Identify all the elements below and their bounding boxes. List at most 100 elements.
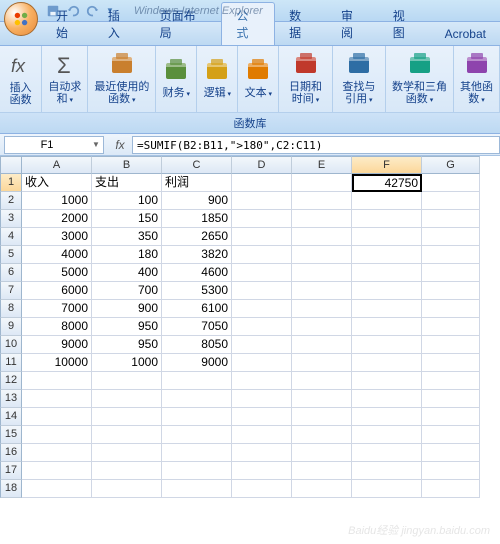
- tab-审阅[interactable]: 审阅: [327, 3, 379, 45]
- cell-A5[interactable]: 4000: [22, 246, 92, 264]
- cell-B4[interactable]: 350: [92, 228, 162, 246]
- cell-E15[interactable]: [292, 426, 352, 444]
- ribbon-逻辑[interactable]: 逻辑 ▾: [197, 46, 238, 112]
- cell-B11[interactable]: 1000: [92, 354, 162, 372]
- row-header-6[interactable]: 6: [0, 264, 22, 282]
- cell-F18[interactable]: [352, 480, 422, 498]
- cell-C17[interactable]: [162, 462, 232, 480]
- ribbon-文本[interactable]: 文本 ▾: [238, 46, 279, 112]
- cell-B9[interactable]: 950: [92, 318, 162, 336]
- cell-F3[interactable]: [352, 210, 422, 228]
- cell-C3[interactable]: 1850: [162, 210, 232, 228]
- cell-C12[interactable]: [162, 372, 232, 390]
- cell-C7[interactable]: 5300: [162, 282, 232, 300]
- row-header-14[interactable]: 14: [0, 408, 22, 426]
- cell-F15[interactable]: [352, 426, 422, 444]
- cell-B16[interactable]: [92, 444, 162, 462]
- cell-C1[interactable]: 利润: [162, 174, 232, 192]
- cell-D13[interactable]: [232, 390, 292, 408]
- cell-F13[interactable]: [352, 390, 422, 408]
- cell-C4[interactable]: 2650: [162, 228, 232, 246]
- cell-F10[interactable]: [352, 336, 422, 354]
- cell-G6[interactable]: [422, 264, 480, 282]
- row-header-9[interactable]: 9: [0, 318, 22, 336]
- row-header-12[interactable]: 12: [0, 372, 22, 390]
- ribbon-查找与引用[interactable]: 查找与引用 ▾: [333, 46, 386, 112]
- cell-D3[interactable]: [232, 210, 292, 228]
- cell-A2[interactable]: 1000: [22, 192, 92, 210]
- cell-G16[interactable]: [422, 444, 480, 462]
- select-all-corner[interactable]: [0, 156, 22, 174]
- cell-G7[interactable]: [422, 282, 480, 300]
- cell-E14[interactable]: [292, 408, 352, 426]
- cell-E8[interactable]: [292, 300, 352, 318]
- cell-E13[interactable]: [292, 390, 352, 408]
- cell-D4[interactable]: [232, 228, 292, 246]
- cell-A6[interactable]: 5000: [22, 264, 92, 282]
- name-box[interactable]: F1 ▼: [4, 136, 104, 154]
- cell-G1[interactable]: [422, 174, 480, 192]
- cell-F4[interactable]: [352, 228, 422, 246]
- cell-A1[interactable]: 收入: [22, 174, 92, 192]
- cell-D16[interactable]: [232, 444, 292, 462]
- cell-D6[interactable]: [232, 264, 292, 282]
- cell-D10[interactable]: [232, 336, 292, 354]
- cell-C13[interactable]: [162, 390, 232, 408]
- cell-A14[interactable]: [22, 408, 92, 426]
- tab-数据[interactable]: 数据: [275, 3, 327, 45]
- cell-B18[interactable]: [92, 480, 162, 498]
- row-header-7[interactable]: 7: [0, 282, 22, 300]
- cell-E11[interactable]: [292, 354, 352, 372]
- row-header-10[interactable]: 10: [0, 336, 22, 354]
- cell-G10[interactable]: [422, 336, 480, 354]
- cell-B15[interactable]: [92, 426, 162, 444]
- cell-F11[interactable]: [352, 354, 422, 372]
- cell-B3[interactable]: 150: [92, 210, 162, 228]
- cell-E10[interactable]: [292, 336, 352, 354]
- col-header-B[interactable]: B: [92, 156, 162, 174]
- cell-A10[interactable]: 9000: [22, 336, 92, 354]
- cell-G8[interactable]: [422, 300, 480, 318]
- cell-C11[interactable]: 9000: [162, 354, 232, 372]
- row-header-4[interactable]: 4: [0, 228, 22, 246]
- cell-E17[interactable]: [292, 462, 352, 480]
- col-header-F[interactable]: F: [352, 156, 422, 174]
- cell-D14[interactable]: [232, 408, 292, 426]
- cell-C18[interactable]: [162, 480, 232, 498]
- cell-E1[interactable]: [292, 174, 352, 192]
- row-header-15[interactable]: 15: [0, 426, 22, 444]
- cell-B6[interactable]: 400: [92, 264, 162, 282]
- office-button[interactable]: [4, 2, 38, 36]
- col-header-A[interactable]: A: [22, 156, 92, 174]
- cell-E18[interactable]: [292, 480, 352, 498]
- cell-F12[interactable]: [352, 372, 422, 390]
- cell-F6[interactable]: [352, 264, 422, 282]
- tab-Acrobat[interactable]: Acrobat: [431, 23, 500, 45]
- cell-A17[interactable]: [22, 462, 92, 480]
- ribbon-其他函数[interactable]: 其他函数 ▾: [454, 46, 500, 112]
- cell-A8[interactable]: 7000: [22, 300, 92, 318]
- cell-E4[interactable]: [292, 228, 352, 246]
- col-header-C[interactable]: C: [162, 156, 232, 174]
- cell-F5[interactable]: [352, 246, 422, 264]
- cell-C5[interactable]: 3820: [162, 246, 232, 264]
- ribbon-自动求和[interactable]: Σ自动求和 ▾: [42, 46, 88, 112]
- cell-B17[interactable]: [92, 462, 162, 480]
- col-header-E[interactable]: E: [292, 156, 352, 174]
- cell-E9[interactable]: [292, 318, 352, 336]
- cell-F9[interactable]: [352, 318, 422, 336]
- cell-F14[interactable]: [352, 408, 422, 426]
- cell-A11[interactable]: 10000: [22, 354, 92, 372]
- fx-icon[interactable]: fx: [108, 138, 132, 152]
- cell-G15[interactable]: [422, 426, 480, 444]
- redo-icon[interactable]: [86, 4, 100, 18]
- row-header-16[interactable]: 16: [0, 444, 22, 462]
- cell-B7[interactable]: 700: [92, 282, 162, 300]
- cell-G14[interactable]: [422, 408, 480, 426]
- cell-E6[interactable]: [292, 264, 352, 282]
- undo-icon[interactable]: [66, 4, 80, 18]
- cell-F8[interactable]: [352, 300, 422, 318]
- cell-G5[interactable]: [422, 246, 480, 264]
- cell-B5[interactable]: 180: [92, 246, 162, 264]
- ribbon-插入函数[interactable]: fx插入函数: [0, 46, 42, 112]
